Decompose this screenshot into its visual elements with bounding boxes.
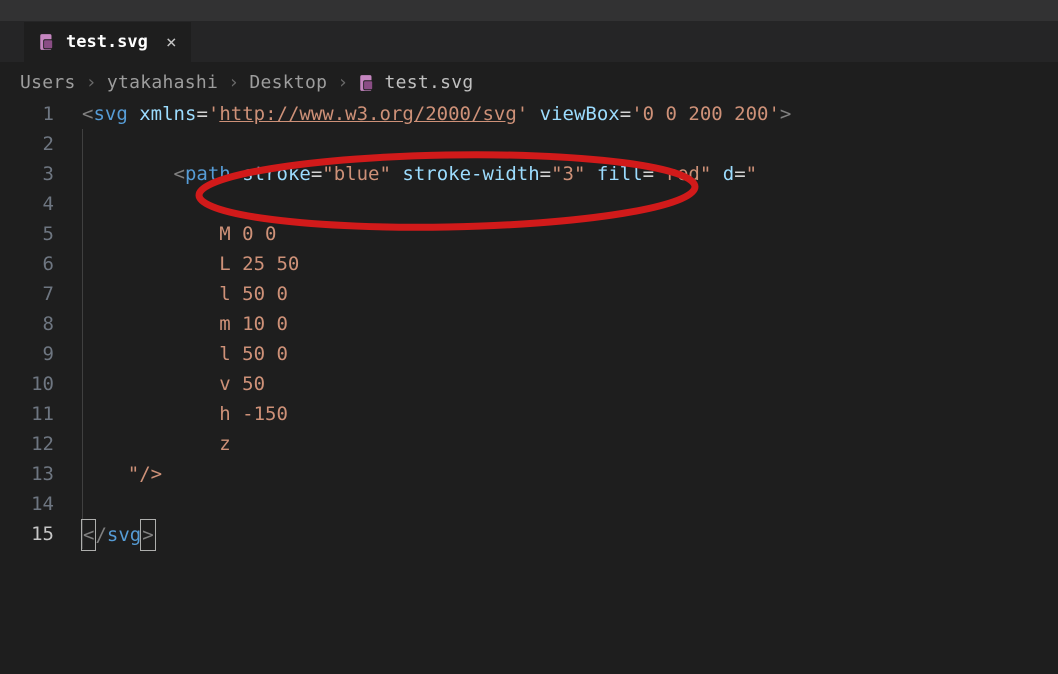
line-number: 12 xyxy=(0,429,54,459)
breadcrumb-item-users[interactable]: Users xyxy=(20,72,76,93)
line-number: 9 xyxy=(0,339,54,369)
code-line xyxy=(82,129,1058,159)
title-bar xyxy=(0,0,1058,22)
code-line xyxy=(82,489,1058,519)
line-number: 7 xyxy=(0,279,54,309)
tabs-bar: test.svg × xyxy=(0,22,1058,62)
breadcrumb-file-label: test.svg xyxy=(384,72,473,93)
line-number: 3 xyxy=(0,159,54,189)
close-icon[interactable]: × xyxy=(166,32,177,53)
code-line: v 50 xyxy=(82,369,1058,399)
line-number: 10 xyxy=(0,369,54,399)
line-number: 11 xyxy=(0,399,54,429)
code-line: l 50 0 xyxy=(82,279,1058,309)
code-line: z xyxy=(82,429,1058,459)
line-number: 15 xyxy=(0,519,54,549)
code-area[interactable]: <svg xmlns='http://www.w3.org/2000/svg' … xyxy=(82,99,1058,549)
file-svg-icon xyxy=(38,33,56,51)
chevron-right-icon: › xyxy=(228,72,239,93)
line-number-gutter: 1 2 3 4 5 6 7 8 9 10 11 12 13 14 15 xyxy=(0,99,82,549)
line-number: 14 xyxy=(0,489,54,519)
code-line: "/> xyxy=(82,459,1058,489)
code-editor[interactable]: 1 2 3 4 5 6 7 8 9 10 11 12 13 14 15 <svg… xyxy=(0,99,1058,549)
breadcrumb-item-file[interactable]: test.svg xyxy=(358,72,473,93)
code-line: M 0 0 xyxy=(82,219,1058,249)
breadcrumb: Users › ytakahashi › Desktop › test.svg xyxy=(0,62,1058,99)
line-number: 5 xyxy=(0,219,54,249)
tab-label: test.svg xyxy=(66,32,148,52)
line-number: 6 xyxy=(0,249,54,279)
code-line: L 25 50 xyxy=(82,249,1058,279)
code-line: m 10 0 xyxy=(82,309,1058,339)
code-line xyxy=(82,189,1058,219)
breadcrumb-item-ytakahashi[interactable]: ytakahashi xyxy=(107,72,218,93)
breadcrumb-item-desktop[interactable]: Desktop xyxy=(249,72,327,93)
code-line: <svg xmlns='http://www.w3.org/2000/svg' … xyxy=(82,99,1058,129)
line-number: 1 xyxy=(0,99,54,129)
code-line: <path stroke="blue" stroke-width="3" fil… xyxy=(82,159,1058,189)
tab-test-svg[interactable]: test.svg × xyxy=(24,22,192,62)
line-number: 8 xyxy=(0,309,54,339)
code-line: </svg> xyxy=(82,519,1058,549)
file-svg-icon xyxy=(358,74,376,92)
line-number: 13 xyxy=(0,459,54,489)
chevron-right-icon: › xyxy=(337,72,348,93)
line-number: 2 xyxy=(0,129,54,159)
code-line: l 50 0 xyxy=(82,339,1058,369)
chevron-right-icon: › xyxy=(86,72,97,93)
line-number: 4 xyxy=(0,189,54,219)
code-line: h -150 xyxy=(82,399,1058,429)
